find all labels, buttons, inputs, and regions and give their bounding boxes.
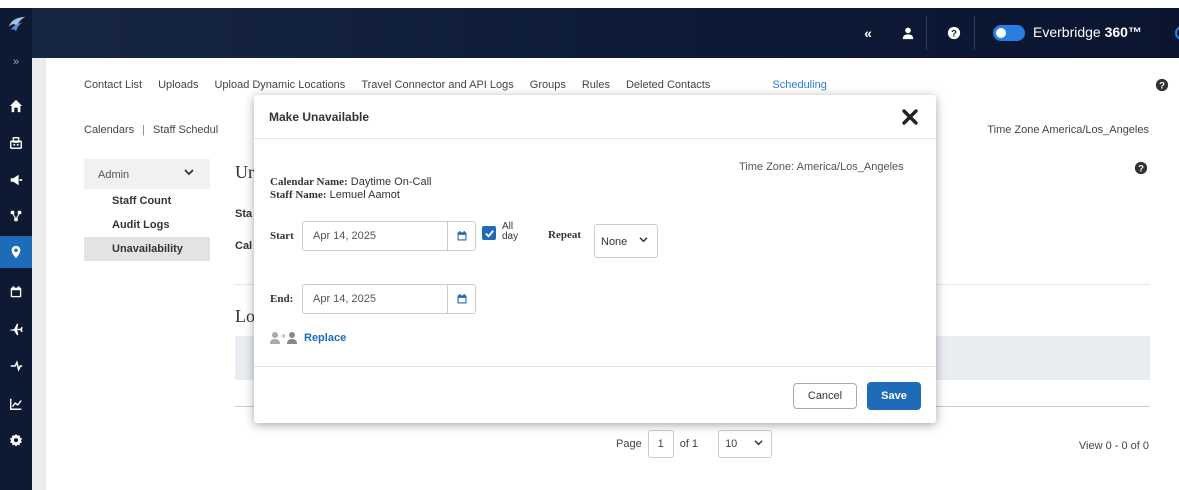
page-number-input[interactable]: 1 — [647, 430, 674, 458]
staff-name-label: Staff Name: — [270, 189, 327, 201]
repeat-label: Repeat — [548, 229, 581, 241]
svg-text:?: ? — [951, 29, 957, 40]
left-rail: » — [0, 8, 32, 490]
make-unavailable-dialog: Make Unavailable Time Zone: America/Los_… — [254, 95, 936, 423]
calendar-icon[interactable] — [0, 276, 32, 308]
section-title: Lo — [235, 306, 255, 326]
chevron-down-icon — [184, 167, 194, 180]
sub-tab-bar: Calendars | Staff Schedul — [84, 124, 218, 136]
tab-bar: Contact List Uploads Upload Dynamic Loca… — [84, 79, 843, 91]
user-icon[interactable] — [898, 23, 918, 43]
tab-travel-connector[interactable]: Travel Connector and API Logs — [361, 79, 513, 91]
everbridge-logo-icon[interactable] — [6, 14, 28, 36]
collapse-double-chevron-icon[interactable]: « — [858, 23, 878, 43]
start-label: Start — [270, 230, 294, 242]
brand-name: Everbridge 360™ — [1033, 24, 1142, 40]
sidebar-item-unavailability[interactable]: Unavailability — [84, 237, 210, 261]
view-count: View 0 - 0 of 0 — [1078, 440, 1149, 452]
tab-scheduling[interactable]: Scheduling — [772, 79, 826, 91]
sidebar-header-label: Admin — [98, 169, 130, 181]
close-icon[interactable] — [901, 108, 919, 126]
checkmark-icon — [484, 229, 494, 238]
nav-divider — [974, 16, 975, 50]
page-size-select[interactable]: 10 — [718, 430, 773, 458]
help-question-icon[interactable]: ? — [1134, 161, 1148, 175]
network-icon[interactable] — [0, 200, 32, 232]
end-calendar-button[interactable] — [447, 285, 475, 313]
staff-name-row: Staff Name: Lemuel Aamot — [270, 189, 400, 201]
timezone-label: Time Zone America/Los_Angeles — [987, 124, 1149, 136]
everbridge-360-toggle[interactable] — [993, 25, 1025, 41]
tab-deleted-contacts[interactable]: Deleted Contacts — [626, 79, 710, 91]
page-title: Ur — [235, 162, 254, 182]
repeat-select[interactable]: None — [594, 224, 658, 258]
tab-groups[interactable]: Groups — [530, 79, 566, 91]
tab-upload-dynamic-locations[interactable]: Upload Dynamic Locations — [214, 79, 345, 91]
replace-staff-link[interactable]: Replace — [270, 331, 346, 345]
sub-tab-staff-schedule[interactable]: Staff Schedul — [153, 124, 218, 136]
staff-name-value: Lemuel Aamot — [329, 189, 400, 201]
power-icon[interactable] — [1174, 25, 1179, 41]
chart-icon[interactable] — [0, 388, 32, 420]
top-strip — [0, 0, 1179, 8]
svg-text:?: ? — [1138, 164, 1144, 175]
chevron-down-icon — [754, 431, 763, 457]
svg-text:?: ? — [1159, 81, 1165, 92]
calendar-name-label: Calendar Name: — [270, 176, 348, 188]
incident-icon[interactable] — [0, 350, 32, 382]
sidebar-admin-header[interactable]: Admin — [84, 159, 210, 189]
sidebar-item-staff-count[interactable]: Staff Count — [84, 189, 210, 213]
dialog-footer-divider — [254, 366, 936, 367]
start-date-field[interactable]: Apr 14, 2025 — [302, 221, 476, 251]
chevron-down-icon — [639, 235, 648, 247]
calendar-icon — [457, 231, 466, 241]
sub-tab-calendars[interactable]: Calendars — [84, 124, 134, 136]
page-of-label: of 1 — [679, 438, 699, 450]
brand-prefix: Everbridge — [1033, 24, 1101, 40]
sub-tab-separator: | — [142, 124, 145, 136]
start-date-value: Apr 14, 2025 — [313, 230, 376, 242]
top-navigation-bar: « ? Everbridge 360™ — [32, 8, 1179, 58]
calendar-label: Cal — [235, 240, 253, 252]
rail-expand-button[interactable]: » — [0, 52, 32, 72]
page-label: Page — [616, 438, 642, 450]
dialog-timezone: Time Zone: America/Los_Angeles — [739, 161, 904, 173]
staff-label: Sta — [235, 208, 253, 220]
plane-icon[interactable] — [0, 313, 32, 345]
help-question-icon[interactable]: ? — [1155, 78, 1169, 92]
dialog-header: Make Unavailable — [254, 95, 936, 139]
start-calendar-button[interactable] — [447, 222, 475, 250]
calendar-name-row: Calendar Name: Daytime On-Call — [270, 176, 431, 188]
location-pin-icon[interactable] — [0, 236, 32, 268]
gear-icon[interactable] — [0, 424, 32, 456]
dialog-title: Make Unavailable — [269, 110, 370, 124]
tab-contact-list[interactable]: Contact List — [84, 79, 142, 91]
end-date-field[interactable]: Apr 14, 2025 — [302, 284, 476, 314]
sidebar-item-audit-logs[interactable]: Audit Logs — [84, 213, 210, 237]
pagination: Page 1 of 1 10 — [616, 430, 773, 458]
save-button[interactable]: Save — [867, 382, 921, 410]
nav-divider — [926, 16, 927, 50]
organization-icon[interactable] — [0, 127, 32, 159]
replace-users-icon — [270, 332, 297, 344]
end-date-value: Apr 14, 2025 — [313, 293, 376, 305]
tab-uploads[interactable]: Uploads — [158, 79, 198, 91]
megaphone-icon[interactable] — [0, 164, 32, 196]
admin-sidebar: Admin Staff Count Audit Logs Unavailabil… — [84, 159, 210, 273]
repeat-value: None — [601, 236, 628, 248]
tab-rules[interactable]: Rules — [582, 79, 610, 91]
all-day-checkbox[interactable] — [482, 226, 496, 240]
all-day-label[interactable]: All day — [502, 222, 526, 242]
help-question-icon[interactable]: ? — [944, 23, 964, 43]
calendar-icon — [457, 294, 466, 304]
home-icon[interactable] — [0, 90, 32, 122]
end-label: End: — [270, 293, 294, 305]
cancel-button[interactable]: Cancel — [793, 383, 857, 409]
page-size-value: 10 — [725, 438, 738, 450]
replace-label: Replace — [304, 332, 347, 344]
brand-suffix: 360™ — [1104, 24, 1142, 40]
calendar-name-value: Daytime On-Call — [350, 176, 432, 188]
